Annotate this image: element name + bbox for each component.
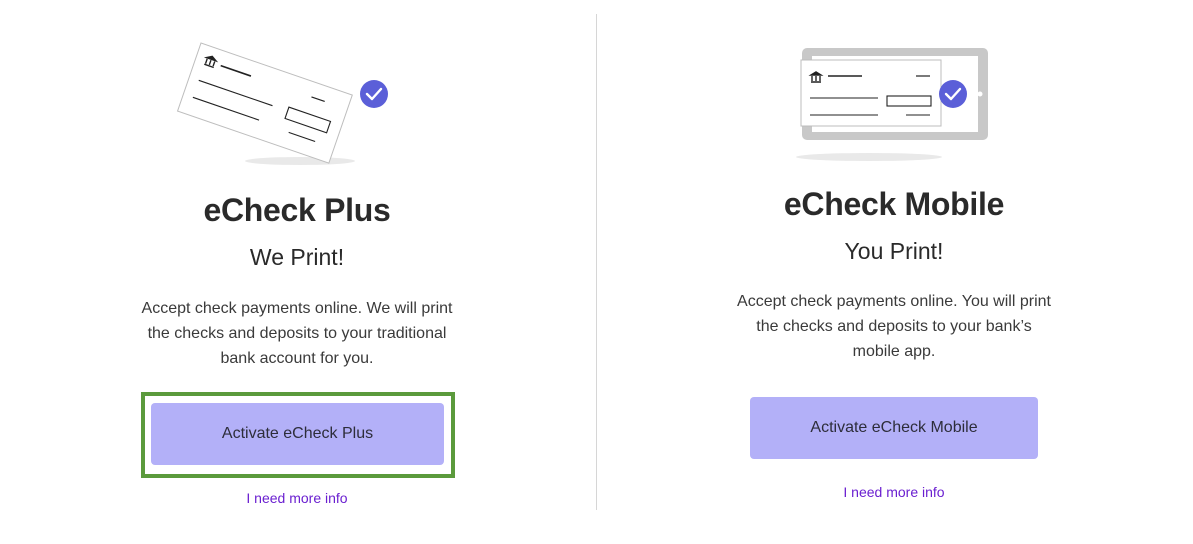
card-title: eCheck Mobile bbox=[783, 186, 1005, 222]
tilted-check-icon bbox=[176, 42, 388, 165]
column-divider bbox=[596, 14, 597, 510]
tablet-check-icon bbox=[796, 48, 988, 161]
card-subtitle: You Print! bbox=[844, 238, 944, 264]
card-subtitle: We Print! bbox=[249, 244, 345, 270]
more-info-link[interactable]: I need more info bbox=[97, 490, 497, 506]
card-title: eCheck Plus bbox=[203, 192, 391, 228]
activate-echeck-plus-button[interactable]: Activate eCheck Plus bbox=[151, 403, 444, 465]
card-description: Accept check payments online. You will p… bbox=[737, 293, 1051, 360]
card-description: Accept check payments online. We will pr… bbox=[141, 300, 453, 367]
more-info-link[interactable]: I need more info bbox=[694, 484, 1094, 500]
activate-echeck-mobile-button[interactable]: Activate eCheck Mobile bbox=[750, 397, 1038, 459]
checkmark-badge-icon bbox=[360, 80, 388, 108]
checkmark-badge-icon bbox=[939, 80, 967, 108]
